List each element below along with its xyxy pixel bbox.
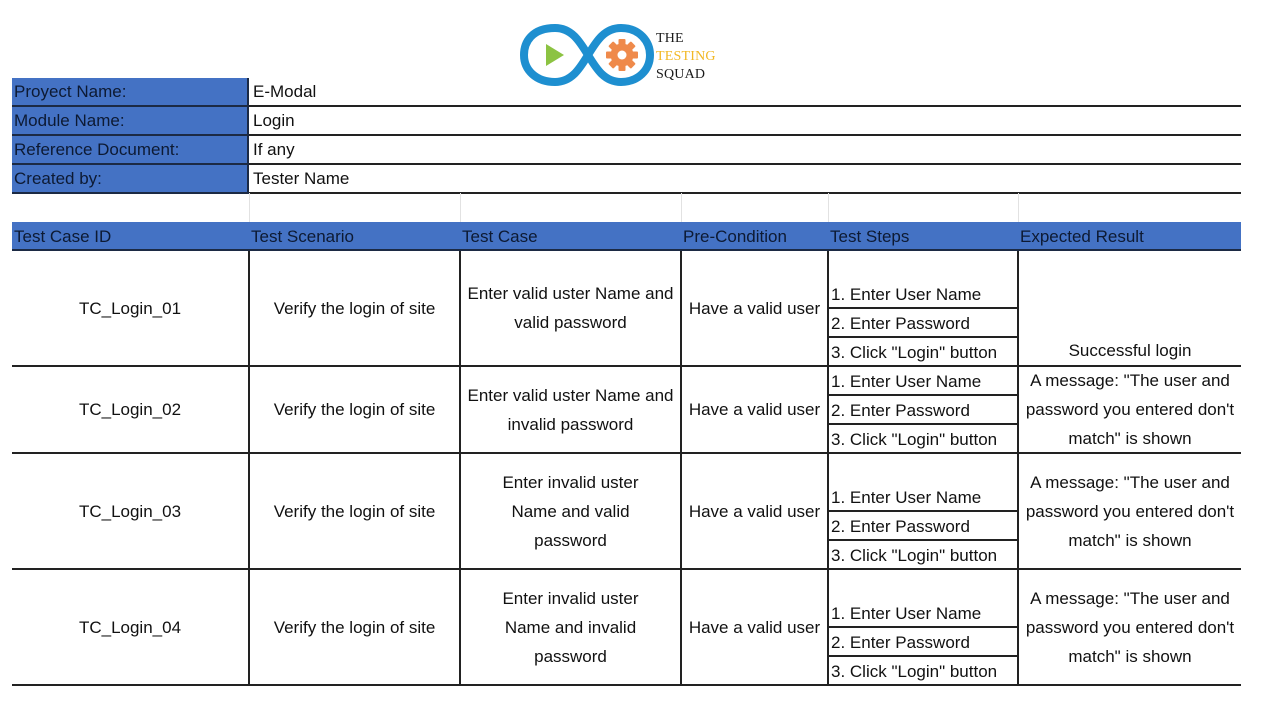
test-step[interactable]: 2. Enter Password: [829, 309, 1017, 338]
test-step[interactable]: 3. Click "Login" button: [829, 338, 1017, 367]
test-scenario-cell[interactable]: Verify the login of site: [250, 570, 461, 684]
test-case-cell[interactable]: Enter valid uster Name and invalid passw…: [461, 367, 682, 452]
test-step[interactable]: 2. Enter Password: [829, 396, 1017, 425]
test-case-cell[interactable]: Enter valid uster Name and valid passwor…: [461, 251, 682, 365]
test-case-id-cell[interactable]: TC_Login_01: [12, 251, 250, 365]
info-row-reference: Reference Document: If any: [12, 136, 1241, 165]
precondition-cell[interactable]: Have a valid user: [682, 570, 829, 684]
test-step[interactable]: 1. Enter User Name: [829, 599, 1017, 628]
gear-icon: [606, 39, 638, 71]
gridline: [1018, 193, 1019, 222]
column-header-expected-result: Expected Result: [1020, 227, 1144, 246]
expected-result-cell[interactable]: A message: "The user and password you en…: [1019, 367, 1241, 452]
test-step[interactable]: 2. Enter Password: [829, 512, 1017, 541]
test-steps-cell[interactable]: 1. Enter User Name 2. Enter Password 3. …: [829, 251, 1019, 365]
column-header-test-steps: Test Steps: [830, 227, 910, 246]
table-header-row: Test Case ID Test Scenario Test Case Pre…: [12, 222, 1241, 251]
table-row: TC_Login_02 Verify the login of site Ent…: [12, 367, 1241, 454]
test-steps-cell[interactable]: 1. Enter User Name 2. Enter Password 3. …: [829, 454, 1019, 568]
column-header-test-scenario: Test Scenario: [251, 227, 354, 246]
info-label: Reference Document:: [12, 136, 249, 165]
test-steps-cell[interactable]: 1. Enter User Name 2. Enter Password 3. …: [829, 367, 1019, 452]
column-header-pre-condition: Pre-Condition: [683, 227, 787, 246]
test-step[interactable]: 1. Enter User Name: [829, 367, 1017, 396]
info-value[interactable]: E-Modal: [249, 78, 1241, 107]
info-value[interactable]: If any: [249, 136, 1241, 165]
info-row-module: Module Name: Login: [12, 107, 1241, 136]
test-scenario-cell[interactable]: Verify the login of site: [250, 454, 461, 568]
logo-text-the: THE: [656, 31, 684, 46]
info-row-project: Proyect Name: E-Modal: [12, 78, 1241, 107]
play-icon: [546, 44, 564, 66]
test-step[interactable]: 3. Click "Login" button: [829, 541, 1017, 570]
test-step[interactable]: 3. Click "Login" button: [829, 657, 1017, 686]
info-label: Module Name:: [12, 107, 249, 136]
test-step[interactable]: 2. Enter Password: [829, 628, 1017, 657]
test-step[interactable]: 1. Enter User Name: [829, 280, 1017, 309]
info-label: Proyect Name:: [12, 78, 249, 107]
info-value[interactable]: Login: [249, 107, 1241, 136]
info-label: Created by:: [12, 165, 249, 194]
test-case-id-cell[interactable]: TC_Login_02: [12, 367, 250, 452]
test-scenario-cell[interactable]: Verify the login of site: [250, 367, 461, 452]
test-scenario-cell[interactable]: Verify the login of site: [250, 251, 461, 365]
table-row: TC_Login_01 Verify the login of site Ent…: [12, 251, 1241, 367]
expected-result-cell[interactable]: A message: "The user and password you en…: [1019, 570, 1241, 684]
gridline: [681, 193, 682, 222]
test-case-cell[interactable]: Enter invalid uster Name and invalid pas…: [461, 570, 682, 684]
test-steps-cell[interactable]: 1. Enter User Name 2. Enter Password 3. …: [829, 570, 1019, 684]
precondition-cell[interactable]: Have a valid user: [682, 454, 829, 568]
logo-text-testing: TESTING: [656, 49, 716, 64]
column-header-test-case: Test Case: [462, 227, 538, 246]
precondition-cell[interactable]: Have a valid user: [682, 251, 829, 365]
test-case-id-cell[interactable]: TC_Login_03: [12, 454, 250, 568]
gridline: [460, 193, 461, 222]
gridline: [828, 193, 829, 222]
test-case-cell[interactable]: Enter invalid uster Name and valid passw…: [461, 454, 682, 568]
column-header-test-case-id: Test Case ID: [14, 227, 112, 246]
test-step[interactable]: 1. Enter User Name: [829, 483, 1017, 512]
gridline: [249, 193, 250, 222]
expected-result-cell[interactable]: Successful login: [1019, 251, 1241, 365]
table-row: TC_Login_04 Verify the login of site Ent…: [12, 570, 1241, 686]
info-row-created-by: Created by: Tester Name: [12, 165, 1241, 194]
info-value[interactable]: Tester Name: [249, 165, 1241, 194]
expected-result-cell[interactable]: A message: "The user and password you en…: [1019, 454, 1241, 568]
test-step[interactable]: 3. Click "Login" button: [829, 425, 1017, 454]
precondition-cell[interactable]: Have a valid user: [682, 367, 829, 452]
table-row: TC_Login_03 Verify the login of site Ent…: [12, 454, 1241, 570]
test-case-id-cell[interactable]: TC_Login_04: [12, 570, 250, 684]
